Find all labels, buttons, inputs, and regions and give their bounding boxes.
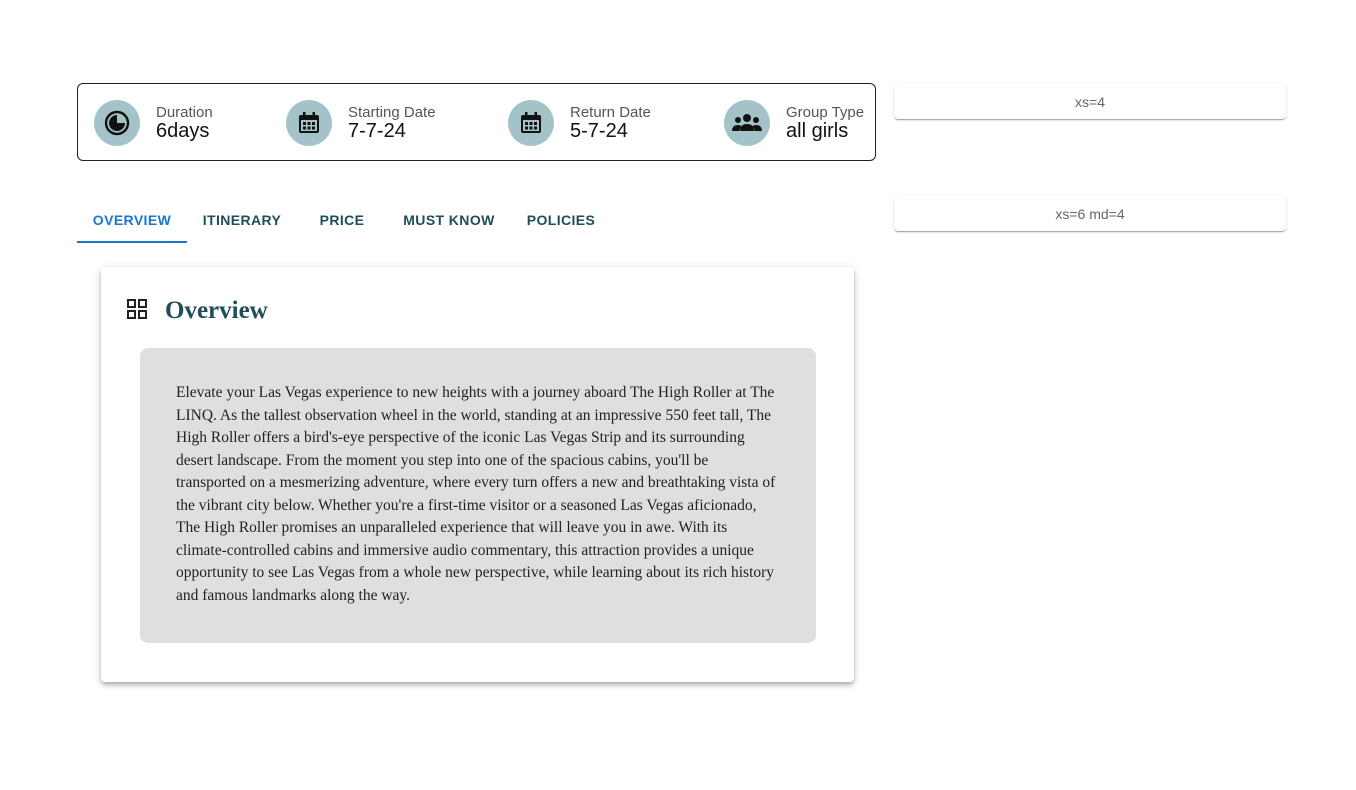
overview-description: Elevate your Las Vegas experience to new…: [176, 384, 776, 604]
group-type-label: Group Type: [786, 104, 865, 121]
overview-title: Overview: [165, 297, 268, 324]
tab-policies[interactable]: POLICIES: [511, 196, 611, 243]
return-date-info: Return Date 5-7-24: [508, 100, 651, 146]
duration-info: Duration 6days: [94, 100, 213, 146]
groups-icon: [724, 100, 770, 146]
tab-overview[interactable]: OVERVIEW: [77, 196, 187, 243]
tab-bar: OVERVIEW ITINERARY PRICE MUST KNOW POLIC…: [77, 196, 611, 243]
tab-price[interactable]: PRICE: [297, 196, 387, 243]
tab-itinerary[interactable]: ITINERARY: [187, 196, 297, 243]
overview-header: Overview: [127, 297, 268, 325]
grid-item-box: xs=6 md=4: [894, 196, 1286, 231]
return-date-value: 5-7-24: [570, 120, 628, 142]
tab-must-know[interactable]: MUST KNOW: [387, 196, 511, 243]
overview-description-box: Elevate your Las Vegas experience to new…: [140, 348, 816, 643]
grid-view-icon: [127, 298, 147, 324]
calendar-icon: [508, 100, 554, 146]
starting-date-value: 7-7-24: [348, 120, 406, 142]
calendar-icon: [286, 100, 332, 146]
overview-card: Overview Elevate your Las Vegas experien…: [101, 267, 854, 682]
starting-date-info: Starting Date 7-7-24: [286, 100, 436, 146]
group-type-info: Group Type all girls: [724, 100, 864, 146]
clock-icon: [94, 100, 140, 146]
return-date-label: Return Date: [570, 104, 651, 121]
grid-item-box: xs=4: [894, 84, 1286, 119]
group-type-value: all girls: [786, 120, 849, 142]
starting-date-label: Starting Date: [348, 104, 436, 121]
duration-label: Duration: [156, 104, 213, 121]
duration-value: 6days: [156, 120, 210, 142]
trip-info-bar: Duration 6days Starting Date 7-7-24 Retu…: [77, 83, 876, 161]
